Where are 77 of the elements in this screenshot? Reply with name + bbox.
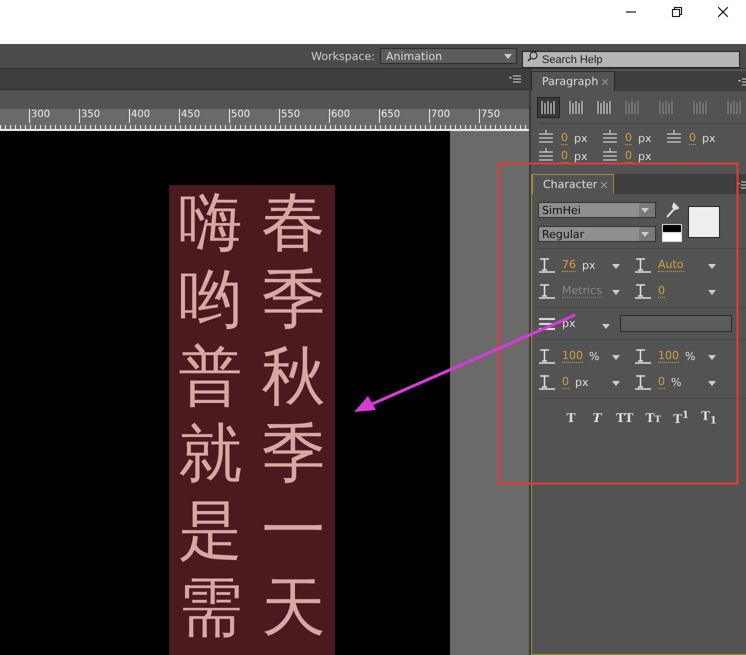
- text-style-button[interactable]: T$^{1}$: [673, 409, 689, 426]
- line-spacing-icon: [538, 318, 556, 330]
- vertical-lines-icon: [597, 101, 612, 114]
- workspace-dropdown[interactable]: Animation: [380, 48, 517, 64]
- vertical-text: 嗨哟普就是需: [178, 185, 242, 647]
- value-field[interactable]: 0: [561, 131, 568, 145]
- vertical-lines-icon: [727, 101, 742, 114]
- ruler-label: 700: [429, 109, 479, 123]
- text-style-button[interactable]: T$_{1}$: [700, 409, 717, 426]
- caret-icon: [602, 324, 610, 329]
- unit-label: %: [685, 350, 696, 362]
- font-style-dropdown[interactable]: Regular: [538, 226, 656, 242]
- eyedropper-icon[interactable]: [665, 202, 679, 218]
- caret-icon: [708, 264, 716, 268]
- unit-label: %: [589, 350, 600, 362]
- search-icon: [527, 50, 538, 62]
- value-field[interactable]: 0: [658, 284, 665, 298]
- panel-menu-icon[interactable]: [509, 75, 521, 83]
- value-field[interactable]: 0: [625, 131, 632, 145]
- caret-icon: [612, 290, 620, 294]
- panel-menu-icon[interactable]: [737, 181, 746, 189]
- ruler-label: 350: [79, 109, 129, 123]
- ruler-label: 450: [179, 109, 229, 123]
- vertical-lines-icon: [569, 101, 584, 114]
- paragraph-tab[interactable]: Paragraph: [531, 71, 616, 91]
- caret-icon: [708, 354, 716, 360]
- text-style-button[interactable]: TT: [645, 409, 662, 426]
- default-colors-icon[interactable]: [662, 224, 682, 242]
- restore-icon[interactable]: [672, 7, 682, 17]
- value-field[interactable]: 100: [562, 349, 583, 363]
- value-field[interactable]: 0: [689, 131, 696, 145]
- value-field[interactable]: 0: [562, 375, 569, 389]
- font-family-dropdown[interactable]: SimHei: [538, 202, 656, 218]
- ruler-label: 600: [329, 109, 379, 123]
- vertical-lines-icon: [625, 101, 640, 114]
- caret-icon: [612, 264, 620, 268]
- value-field[interactable]: 76: [562, 258, 576, 272]
- unit-label: px: [574, 132, 588, 144]
- unit-label: px: [574, 150, 588, 162]
- caret-icon: [504, 54, 512, 58]
- unit-label: px: [562, 317, 576, 330]
- text-style-button[interactable]: T: [590, 409, 604, 426]
- value-field[interactable]: 0: [658, 375, 665, 389]
- ruler-label: 550: [279, 109, 329, 123]
- ruler-label: 650: [379, 109, 429, 123]
- value-field[interactable]: 0: [625, 149, 632, 163]
- search-field[interactable]: Search Help: [522, 51, 740, 68]
- value-field[interactable]: Auto: [658, 258, 684, 272]
- ruler-label: 500: [229, 109, 279, 123]
- color-swatch[interactable]: [688, 206, 720, 238]
- caret-icon: [641, 232, 649, 236]
- unit-label: px: [702, 132, 716, 144]
- text-style-button[interactable]: T: [564, 409, 578, 426]
- vertical-text: 春季秋季一天: [262, 185, 326, 647]
- caret-icon: [708, 290, 716, 294]
- caret-icon: [641, 208, 649, 212]
- unit-label: px: [638, 150, 652, 162]
- vertical-lines-icon: [541, 101, 556, 114]
- unit-label: px: [638, 132, 652, 144]
- ruler-label: 400: [129, 109, 179, 123]
- vertical-lines-icon: [693, 101, 708, 114]
- unit-label: px: [582, 258, 596, 272]
- workspace-label: Workspace:: [311, 50, 375, 62]
- vertical-lines-icon: [659, 101, 674, 114]
- unit-label: px: [575, 376, 588, 388]
- text-style-button[interactable]: TT: [616, 409, 634, 426]
- caret-icon: [612, 380, 620, 386]
- value-field[interactable]: 100: [658, 349, 679, 363]
- character-tab[interactable]: Character: [532, 174, 614, 194]
- caret-icon: [612, 354, 620, 360]
- close-icon[interactable]: [718, 7, 728, 17]
- value-field[interactable]: 0: [561, 149, 568, 163]
- ruler-label: 300: [29, 109, 79, 123]
- caret-icon: [708, 380, 716, 386]
- align-button[interactable]: [537, 97, 560, 118]
- ruler-label: 750: [479, 109, 529, 123]
- unit-label: %: [671, 376, 682, 388]
